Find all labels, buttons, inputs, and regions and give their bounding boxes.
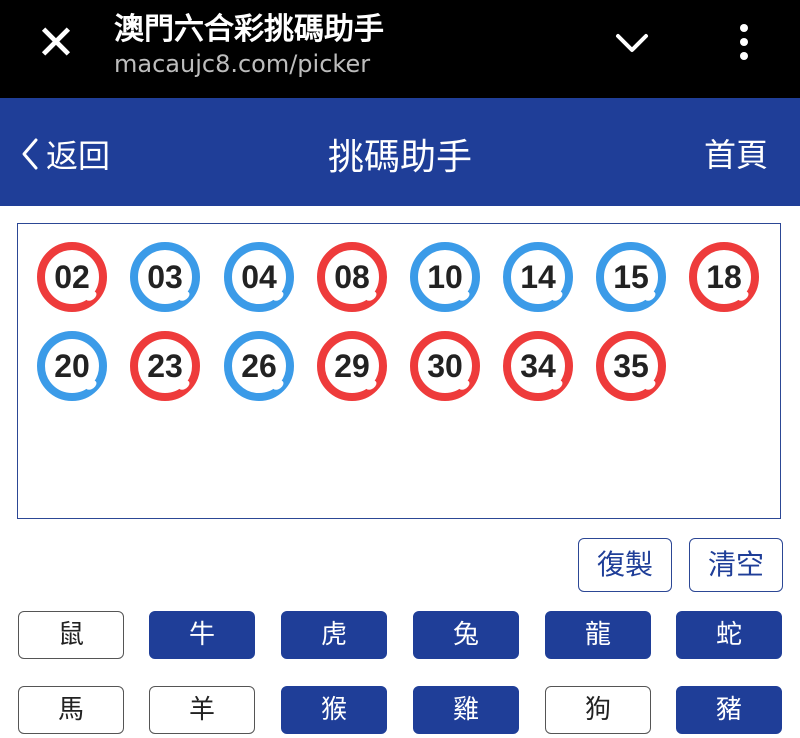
number-ball[interactable]: 35 [596, 331, 666, 401]
app-header: 返回 挑碼助手 首頁 [0, 98, 800, 206]
zodiac-button[interactable]: 蛇 [676, 611, 782, 659]
number-ball[interactable]: 04 [224, 242, 294, 312]
number-ball[interactable]: 10 [410, 242, 480, 312]
browser-page-title: 澳門六合彩挑碼助手 [114, 12, 384, 47]
zodiac-button[interactable]: 鼠 [18, 611, 124, 659]
clear-button[interactable]: 清空 [689, 538, 783, 592]
zodiac-button[interactable]: 虎 [281, 611, 387, 659]
close-icon[interactable]: ✕ [28, 19, 84, 67]
zodiac-button[interactable]: 羊 [149, 686, 255, 734]
number-ball[interactable]: 14 [503, 242, 573, 312]
browser-bar: ✕ 澳門六合彩挑碼助手 macaujc8.com/picker [0, 0, 800, 98]
number-ball[interactable]: 08 [317, 242, 387, 312]
number-ball[interactable]: 20 [37, 331, 107, 401]
copy-button[interactable]: 復製 [578, 538, 672, 592]
number-ball[interactable]: 02 [37, 242, 107, 312]
number-ball[interactable]: 18 [689, 242, 759, 312]
home-link[interactable]: 首頁 [704, 130, 768, 176]
zodiac-button[interactable]: 兔 [413, 611, 519, 659]
number-ball[interactable]: 26 [224, 331, 294, 401]
number-ball[interactable]: 15 [596, 242, 666, 312]
zodiac-button[interactable]: 龍 [545, 611, 651, 659]
zodiac-button[interactable]: 豬 [676, 686, 782, 734]
page-title: 挑碼助手 [327, 137, 472, 178]
zodiac-button[interactable]: 狗 [545, 686, 651, 734]
zodiac-button[interactable]: 猴 [281, 686, 387, 734]
zodiac-button[interactable]: 牛 [149, 611, 255, 659]
zodiac-button[interactable]: 雞 [413, 686, 519, 734]
selected-numbers-panel: 02 03 04 08 10 14 15 18 20 23 26 29 30 3… [17, 223, 781, 519]
number-ball[interactable]: 03 [130, 242, 200, 312]
number-ball[interactable]: 34 [503, 331, 573, 401]
zodiac-button[interactable]: 馬 [18, 686, 124, 734]
chevron-down-icon[interactable] [608, 24, 656, 64]
more-vertical-icon[interactable] [730, 20, 758, 68]
number-ball[interactable]: 23 [130, 331, 200, 401]
number-ball[interactable]: 29 [317, 331, 387, 401]
number-ball[interactable]: 30 [410, 331, 480, 401]
browser-url[interactable]: macaujc8.com/picker [114, 50, 370, 78]
